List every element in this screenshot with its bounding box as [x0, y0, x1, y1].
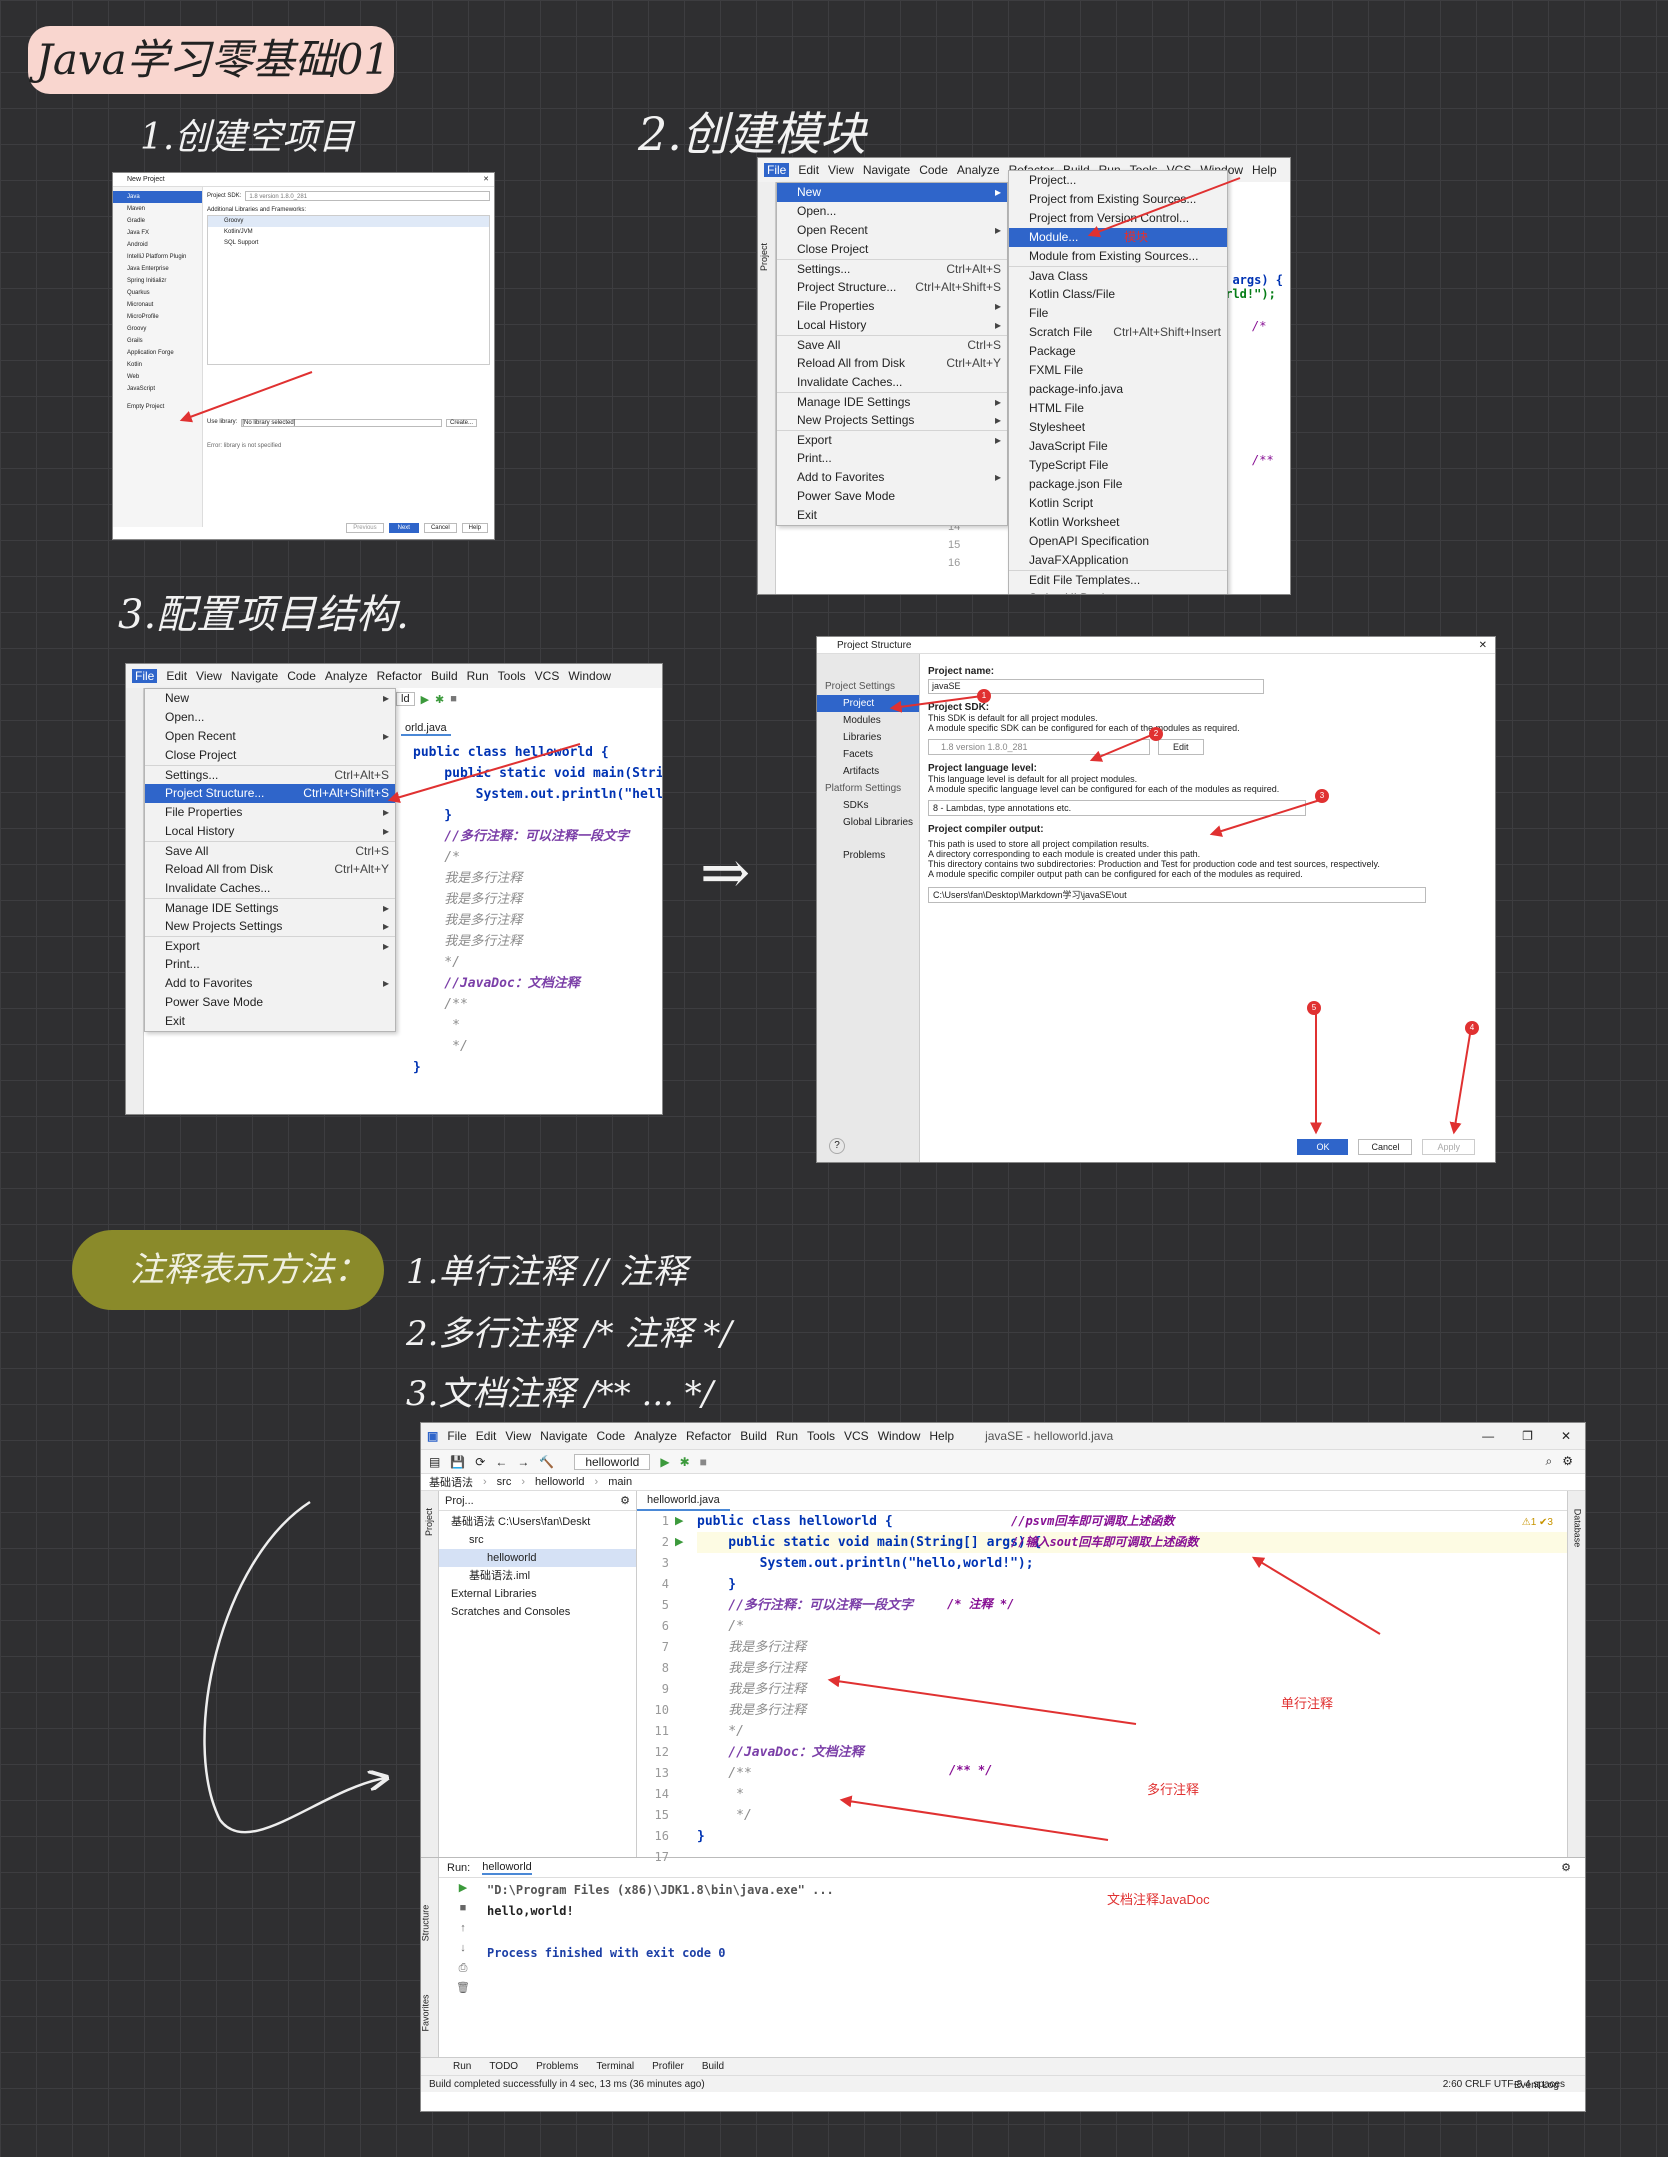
- hand-drawn-curve: [203, 1500, 385, 1834]
- arrow-marker-1: [889, 695, 983, 713]
- arrow-module: [1087, 177, 1241, 238]
- arrow-marker-4: [1449, 1033, 1471, 1135]
- arrow-project-structure: [387, 743, 581, 804]
- arrow-multi: [827, 1675, 1137, 1725]
- arrow-marker-2: [1089, 733, 1155, 762]
- arrow-marker-3: [1209, 799, 1321, 837]
- red-arrows: [179, 177, 1471, 1841]
- arrow-empty-project: [179, 371, 313, 423]
- arrow-doc: [839, 1795, 1109, 1841]
- arrow-single: [1251, 1556, 1381, 1635]
- annotation-overlay: [179, 177, 1471, 1841]
